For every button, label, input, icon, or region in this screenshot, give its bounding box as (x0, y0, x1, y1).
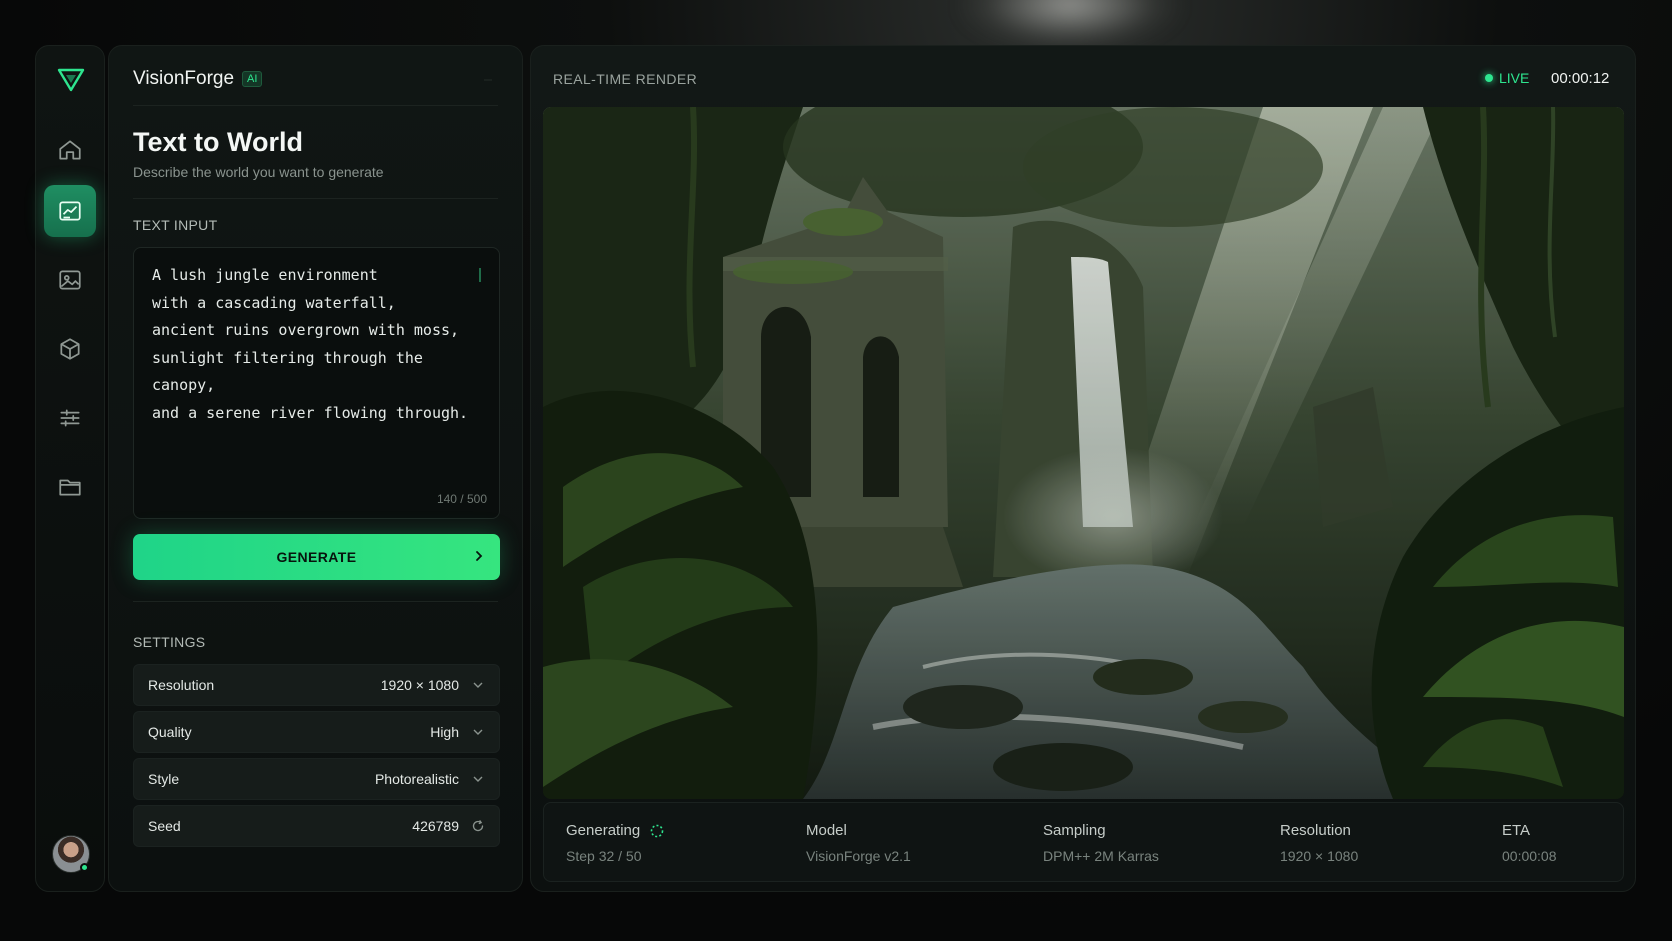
live-label: LIVE (1499, 70, 1530, 86)
prompt-textarea[interactable]: A lush jungle environment with a cascadi… (133, 247, 500, 519)
status-model: Model VisionForge v2.1 (806, 822, 911, 864)
sliders-icon (60, 409, 80, 427)
style-select[interactable]: Style Photorealistic (133, 758, 500, 800)
chevron-down-icon (473, 729, 483, 735)
character-counter: 140 / 500 (436, 492, 487, 506)
home-icon (59, 140, 81, 160)
generate-button-label: GENERATE (276, 549, 357, 565)
image-icon (59, 270, 81, 290)
app-name: VisionForge (133, 68, 235, 89)
quality-select[interactable]: Quality High (133, 711, 500, 753)
status-sampling-label: Sampling (1043, 822, 1106, 839)
status-resolution-label: Resolution (1280, 822, 1351, 839)
render-title: REAL-TIME RENDER (553, 71, 698, 87)
folder-icon (59, 479, 81, 496)
render-viewport[interactable] (543, 107, 1624, 799)
setting-value: Photorealistic (374, 771, 459, 787)
nav-adjustments[interactable] (44, 392, 96, 444)
status-resolution-value: 1920 × 1080 (1280, 848, 1359, 864)
status-eta-value: 00:00:08 (1502, 848, 1557, 864)
status-generating-value: Step 32 / 50 (566, 848, 642, 864)
generation-status-bar: Generating Step 32 / 50 Model VisionForg… (543, 802, 1624, 882)
status-generating-label: Generating (566, 822, 641, 839)
nav-3d-models[interactable] (44, 323, 96, 375)
logo-icon (57, 68, 85, 92)
text-input-label: TEXT INPUT (133, 217, 218, 233)
setting-label: Resolution (148, 677, 215, 693)
nav-text-to-world[interactable] (44, 185, 96, 237)
nav-files[interactable] (44, 461, 96, 513)
chevron-down-icon (473, 682, 483, 688)
seed-field[interactable]: Seed 426789 (133, 805, 500, 847)
prompt-text[interactable]: A lush jungle environment with a cascadi… (152, 262, 472, 427)
page-subtitle: Describe the world you want to generate (133, 164, 384, 180)
status-sampling-value: DPM++ 2M Karras (1043, 848, 1159, 864)
status-model-value: VisionForge v2.1 (806, 848, 911, 864)
ai-badge: AI (242, 71, 263, 87)
page-title: Text to World (133, 127, 303, 157)
setting-label: Style (148, 771, 180, 787)
text-to-world-icon (59, 201, 81, 221)
status-generating: Generating Step 32 / 50 (566, 822, 664, 864)
jungle-render-image (543, 107, 1624, 799)
collapse-panel-icon[interactable] (480, 72, 496, 88)
setting-value: 426789 (412, 818, 459, 834)
nav-rail (35, 45, 105, 892)
status-resolution: Resolution 1920 × 1080 (1280, 822, 1358, 864)
resolution-select[interactable]: Resolution 1920 × 1080 (133, 664, 500, 706)
text-to-world-panel: VisionForge AI Text to World Describe th… (108, 45, 523, 892)
ambient-glow (960, 0, 1180, 50)
nav-images[interactable] (44, 254, 96, 306)
setting-value: 1920 × 1080 (380, 677, 459, 693)
loading-spinner-icon (650, 824, 664, 837)
refresh-icon[interactable] (471, 819, 485, 833)
status-sampling: Sampling DPM++ 2M Karras (1043, 822, 1159, 864)
live-indicator: LIVE (1485, 70, 1529, 86)
render-timer: 00:00:12 (1551, 70, 1610, 87)
setting-label: Seed (148, 818, 181, 834)
cube-icon (60, 338, 80, 360)
live-dot (1485, 74, 1493, 82)
divider (133, 601, 498, 602)
setting-label: Quality (148, 724, 192, 740)
render-panel: REAL-TIME RENDER LIVE 00:00:12 Generatin… (530, 45, 1636, 892)
setting-value: High (430, 724, 459, 740)
status-model-label: Model (806, 822, 847, 839)
divider (133, 198, 498, 199)
settings-label: SETTINGS (133, 634, 206, 650)
status-eta: ETA 00:00:08 (1502, 822, 1557, 864)
status-eta-label: ETA (1502, 822, 1531, 839)
nav-home[interactable] (44, 124, 96, 176)
chevron-down-icon (473, 776, 483, 782)
brand: VisionForge AI (133, 68, 263, 90)
text-caret (479, 268, 481, 282)
chevron-right-icon (476, 551, 483, 561)
divider (133, 105, 498, 106)
generate-button[interactable]: GENERATE (133, 534, 500, 580)
online-status-dot (80, 863, 89, 872)
